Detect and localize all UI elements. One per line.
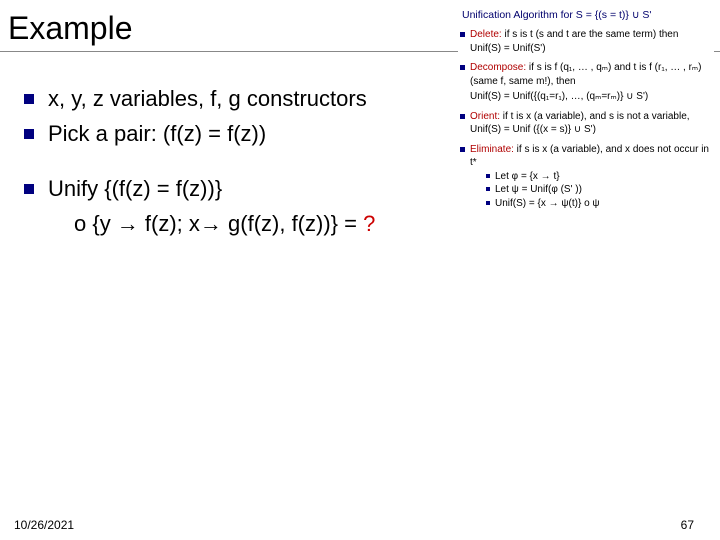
ref-elim-sub1: Let φ = {x → t} xyxy=(486,170,712,184)
bullet-square-icon xyxy=(460,32,465,37)
bullet-square-icon xyxy=(24,129,34,139)
ref-decompose: Decompose: if s is f (q₁, … , qₘ) and t … xyxy=(460,61,712,104)
bullet-square-icon xyxy=(24,184,34,194)
bullet-square-icon xyxy=(486,187,490,191)
ref-text: if t is x (a variable), and s is not a v… xyxy=(470,111,690,136)
footer-page-number: 67 xyxy=(681,518,694,532)
sub-text: o {y → f(z); x→ g(f(z), f(z))} = xyxy=(74,211,363,236)
ref-keyword: Orient: xyxy=(470,111,500,122)
ref-sub-text: Let ψ = Unif(φ (S' )) xyxy=(495,183,582,197)
ref-orient: Orient: if t is x (a variable), and s is… xyxy=(460,110,712,137)
ref-eliminate: Eliminate: if s is x (a variable), and x… xyxy=(460,143,712,211)
ref-keyword: Delete: xyxy=(470,29,502,40)
ref-sub-text: Let φ = {x → t} xyxy=(495,170,560,184)
question-mark: ? xyxy=(363,211,375,236)
bullet-text: Unify {(f(z) = f(z))} xyxy=(48,172,222,205)
ref-text: if s is t (s and t are the same term) th… xyxy=(470,29,678,54)
reference-panel: Unification Algorithm for S = {(s = t)} … xyxy=(458,6,714,220)
ref-elim-sub2: Let ψ = Unif(φ (S' )) xyxy=(486,183,712,197)
bullet-text: Pick a pair: (f(z) = f(z)) xyxy=(48,117,266,150)
bullet-square-icon xyxy=(460,114,465,119)
footer-date: 10/26/2021 xyxy=(14,518,74,532)
ref-title: Unification Algorithm for S = {(s = t)} … xyxy=(460,8,712,22)
bullet-square-icon xyxy=(486,174,490,178)
bullet-square-icon xyxy=(24,94,34,104)
ref-keyword: Eliminate: xyxy=(470,144,514,155)
ref-sub-text: Unif(S) = {x → ψ(t)} o ψ xyxy=(495,197,600,211)
bullet-square-icon xyxy=(460,147,465,152)
ref-keyword: Decompose: xyxy=(470,62,526,73)
bullet-text: x, y, z variables, f, g constructors xyxy=(48,82,367,115)
bullet-square-icon xyxy=(460,65,465,70)
bullet-square-icon xyxy=(486,201,490,205)
ref-delete: Delete: if s is t (s and t are the same … xyxy=(460,28,712,55)
ref-elim-sub3: Unif(S) = {x → ψ(t)} o ψ xyxy=(486,197,712,211)
ref-decompose-sub: Unif(S) = Unif({(q₁=r₁), …, (qₘ=rₘ)} ∪ S… xyxy=(470,90,712,104)
